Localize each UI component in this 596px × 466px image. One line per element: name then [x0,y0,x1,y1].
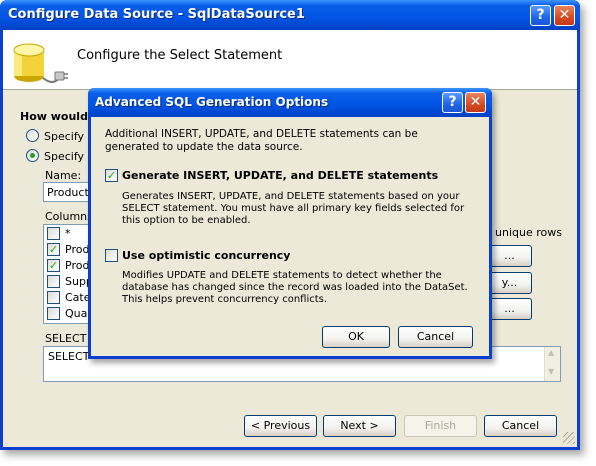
dialog-cancel-button[interactable]: Cancel [398,326,473,348]
column-checkbox[interactable]: ✓ [47,243,60,256]
radio-specify-custom-label: Specify a [44,130,95,143]
resize-grip-icon[interactable] [563,432,575,444]
dialog-intro-text: Additional INSERT, UPDATE, and DELETE st… [105,128,418,153]
advanced-sql-options-dialog: Advanced SQL Generation Options ? ✕ Addi… [88,88,492,359]
select-statement-text: SELECT [48,350,90,363]
main-titlebar[interactable]: Configure Data Source - SqlDataSource1 ?… [0,0,580,30]
next-button[interactable]: Next > [323,415,396,437]
unique-rows-label: r unique rows [487,226,562,239]
scroll-up-icon[interactable]: ▲ [548,348,554,357]
where-button[interactable]: ... [487,245,532,267]
generate-statements-label[interactable]: Generate INSERT, UPDATE, and DELETE stat… [122,169,438,182]
scroll-down-icon[interactable]: ▼ [548,367,554,376]
radio-specify-custom[interactable] [26,129,39,142]
dialog-titlebar[interactable]: Advanced SQL Generation Options ? ✕ [88,88,492,117]
previous-button[interactable]: < Previous [244,415,317,437]
ok-button[interactable]: OK [322,326,390,348]
generate-statements-checkbox[interactable]: ✓ [105,169,118,182]
radio-specify-columns[interactable] [26,149,39,162]
dialog-close-icon[interactable]: ✕ [465,92,486,113]
optimistic-concurrency-label[interactable]: Use optimistic concurrency [122,249,290,262]
optimistic-concurrency-checkbox[interactable] [105,249,118,262]
table-name-select[interactable]: Products [43,182,95,202]
finish-button[interactable]: Finish [404,415,477,437]
wizard-header: Configure the Select Statement [3,30,577,90]
column-label: Cate [65,291,91,304]
column-checkbox[interactable] [47,307,60,320]
cancel-button[interactable]: Cancel [484,415,557,437]
help-icon[interactable]: ? [530,5,551,26]
close-icon[interactable]: ✕ [554,5,575,26]
columns-list[interactable]: * ✓ Produ ✓ Produ Supp Cate Quan [43,224,96,324]
dialog-body: Additional INSERT, UPDATE, and DELETE st… [91,117,489,356]
column-checkbox[interactable]: ✓ [47,259,60,272]
dialog-help-icon[interactable]: ? [442,92,463,113]
advanced-button[interactable]: ... [487,298,532,320]
main-window-title: Configure Data Source - SqlDataSource1 [8,7,305,22]
name-label: Name: [45,169,82,182]
dialog-title: Advanced SQL Generation Options [95,95,329,109]
database-icon [13,43,68,83]
page-heading: Configure the Select Statement [77,48,283,63]
select-statement-scrollbar[interactable]: ▲ ▼ [544,347,560,381]
order-by-button[interactable]: y... [487,272,532,294]
column-checkbox[interactable] [47,275,60,288]
optimistic-concurrency-description: Modifies UPDATE and DELETE statements to… [122,270,468,305]
generate-statements-description: Generates INSERT, UPDATE, and DELETE sta… [122,191,465,226]
column-checkbox[interactable] [47,291,60,304]
column-label: * [65,227,71,240]
column-checkbox[interactable] [47,227,60,240]
